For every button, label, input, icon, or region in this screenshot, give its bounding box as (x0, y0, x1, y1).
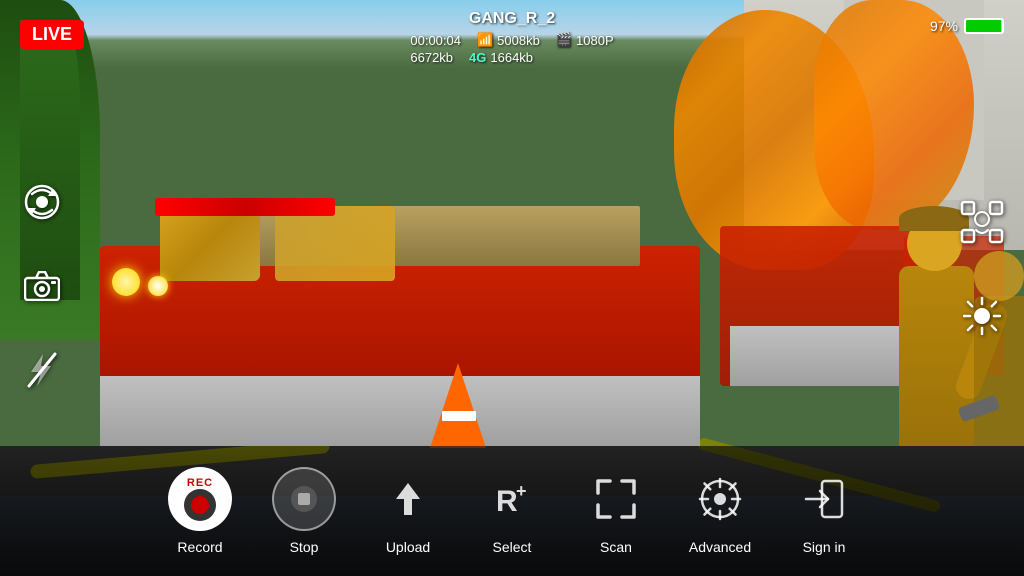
scan-label: Scan (600, 539, 632, 555)
upload-icon (376, 467, 440, 531)
advanced-icon (688, 467, 752, 531)
left-icons-panel (20, 180, 64, 392)
svg-text:R: R (496, 485, 518, 518)
signin-label: Sign in (803, 539, 846, 555)
face-tracking-icon[interactable] (960, 200, 1004, 244)
flash-off-icon[interactable] (20, 348, 64, 392)
advanced-label: Advanced (689, 539, 751, 555)
signin-icon (792, 467, 856, 531)
stop-button[interactable]: Stop (252, 467, 356, 555)
stop-label: Stop (290, 539, 319, 555)
live-label: LIVE (32, 24, 72, 44)
record-label: Record (177, 539, 222, 555)
rec-label: REC (187, 477, 213, 489)
rec-dot (184, 489, 216, 521)
bottom-toolbar: REC Record Stop (0, 446, 1024, 576)
scan-icon (584, 467, 648, 531)
upload-label: Upload (386, 539, 430, 555)
stop-icon (272, 467, 336, 531)
advanced-button[interactable]: Advanced (668, 467, 772, 555)
svg-text:+: + (516, 481, 527, 501)
photo-camera-icon[interactable] (20, 264, 64, 308)
scan-button[interactable]: Scan (564, 467, 668, 555)
select-icon: R + (480, 467, 544, 531)
signin-button[interactable]: Sign in (772, 467, 876, 555)
upload-button[interactable]: Upload (356, 467, 460, 555)
rotate-camera-icon[interactable] (20, 180, 64, 224)
brightness-icon[interactable] (960, 294, 1004, 338)
select-button[interactable]: R + Select (460, 467, 564, 555)
select-label: Select (493, 539, 532, 555)
record-icon: REC (168, 467, 232, 531)
live-badge: LIVE (20, 20, 84, 49)
record-button[interactable]: REC Record (148, 467, 252, 555)
